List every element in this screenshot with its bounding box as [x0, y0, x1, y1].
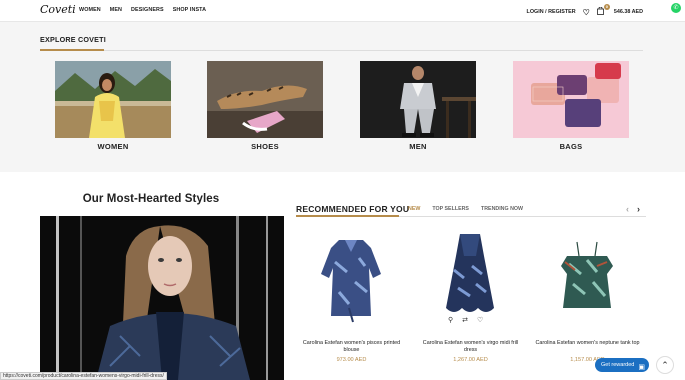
category-shoes-image[interactable]	[207, 61, 323, 138]
whatsapp-icon[interactable]: ✆	[671, 3, 681, 13]
rewards-label: Get rewarded	[601, 362, 635, 368]
category-women-image[interactable]	[55, 61, 171, 138]
product-price: 1,267.00 AED	[453, 357, 488, 363]
main-nav: WOMEN MEN DESIGNERS SHOP INSTA	[79, 7, 206, 13]
divider	[40, 50, 643, 51]
site-header: Coveti WOMEN MEN DESIGNERS SHOP INSTA LO…	[0, 0, 685, 22]
explore-title: EXPLORE COVETI	[40, 35, 106, 44]
category-men-label[interactable]: MEN	[360, 142, 476, 151]
explore-section: EXPLORE COVETI WOMEN SHOES MEN BAGS	[0, 22, 685, 172]
product-card[interactable]: Carolina Estefan women's pisces printed …	[295, 222, 408, 363]
chevron-right-icon[interactable]: ›	[637, 204, 640, 214]
chevron-up-icon[interactable]: ⌃	[656, 356, 674, 374]
heart-icon[interactable]: ♡	[477, 316, 483, 324]
product-quick-actions: ⚲ ⇄ ♡	[448, 316, 483, 324]
header-actions: LOGIN / REGISTER ♡ 0 546.38 AED	[527, 4, 643, 17]
product-image[interactable]	[295, 222, 408, 332]
chevron-left-icon[interactable]: ‹	[626, 204, 629, 214]
category-shoes-label[interactable]: SHOES	[207, 142, 323, 151]
title-underline	[296, 215, 399, 217]
heart-icon[interactable]: ♡	[583, 8, 590, 17]
shuffle-icon[interactable]: ⇄	[462, 316, 468, 324]
recommended-tabs: NEW TOP SELLERS TRENDING NOW	[408, 206, 523, 212]
category-women-label[interactable]: WOMEN	[55, 142, 171, 151]
product-image[interactable]	[531, 222, 644, 332]
category-bags-label[interactable]: BAGS	[513, 142, 629, 151]
get-rewarded-button[interactable]: Get rewarded ▣	[595, 358, 649, 372]
gift-icon: ▣	[638, 364, 645, 371]
coveti-logo[interactable]: Coveti	[40, 3, 76, 16]
product-price: 973.00 AED	[336, 357, 367, 363]
most-hearted-image[interactable]	[40, 216, 284, 380]
browser-status-url: https://coveti.com/product/carolina-este…	[0, 372, 167, 380]
product-name[interactable]: Carolina Estefan women's neptune tank to…	[531, 340, 644, 354]
product-card[interactable]: Carolina Estefan women's neptune tank to…	[531, 222, 644, 363]
cart-total[interactable]: 546.38 AED	[614, 9, 643, 15]
title-underline	[40, 49, 104, 51]
category-bags-image[interactable]	[513, 61, 629, 138]
most-hearted-title: Our Most-Hearted Styles	[82, 193, 220, 205]
nav-shop-insta[interactable]: SHOP INSTA	[173, 7, 206, 13]
tab-top-sellers[interactable]: TOP SELLERS	[432, 206, 469, 212]
nav-men[interactable]: MEN	[110, 7, 122, 13]
cart-count-badge: 0	[603, 4, 610, 10]
bag-icon	[596, 6, 604, 15]
login-register-link[interactable]: LOGIN / REGISTER	[527, 9, 576, 15]
tab-new[interactable]: NEW	[408, 206, 420, 212]
tab-trending-now[interactable]: TRENDING NOW	[481, 206, 523, 212]
nav-designers[interactable]: DESIGNERS	[131, 7, 164, 13]
product-card[interactable]: Carolina Estefan women's virgo midi fril…	[414, 222, 527, 363]
search-icon[interactable]: ⚲	[448, 316, 453, 324]
nav-women[interactable]: WOMEN	[79, 7, 101, 13]
recommended-title: RECOMMENDED FOR YOU	[296, 204, 410, 214]
carousel-arrows: ‹ ›	[626, 204, 648, 214]
product-name[interactable]: Carolina Estefan women's virgo midi fril…	[414, 340, 527, 354]
product-name[interactable]: Carolina Estefan women's pisces printed …	[295, 340, 408, 354]
cart-button[interactable]: 0	[596, 4, 610, 17]
category-men-image[interactable]	[360, 61, 476, 138]
